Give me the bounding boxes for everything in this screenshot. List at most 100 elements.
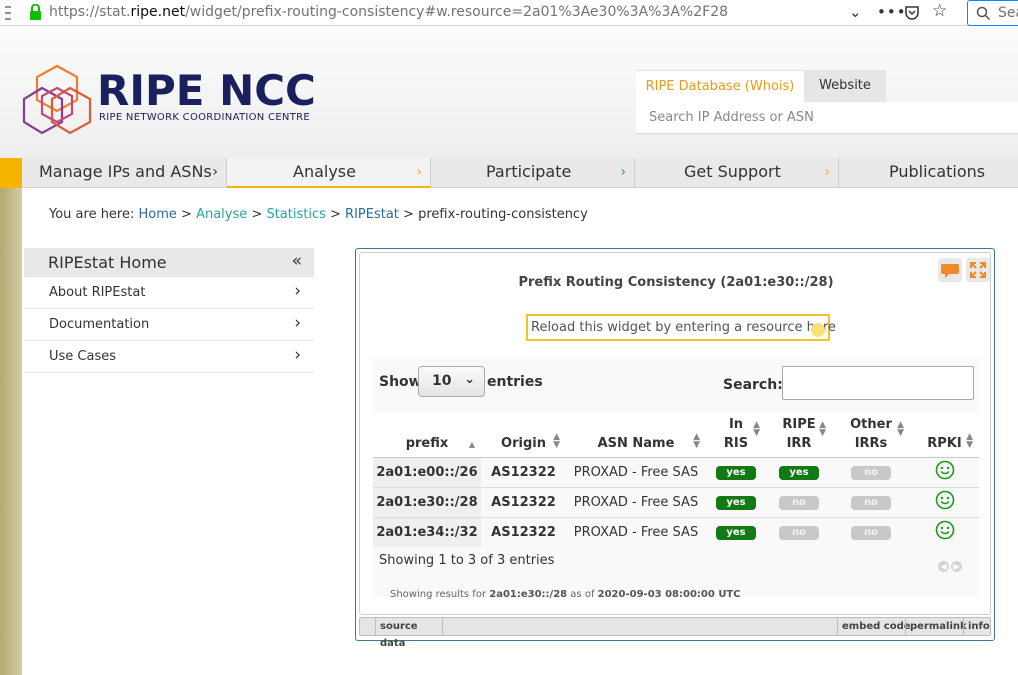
cell-asn-name: PROXAD - Free SAS (566, 486, 706, 517)
nav-label: Publications (889, 162, 986, 181)
showing-info: Showing 1 to 3 of 3 entries (379, 553, 555, 568)
status-badge: no (851, 496, 891, 510)
nav-item-manage-ips[interactable]: Manage IPs and ASNs › (22, 158, 227, 188)
status-badge: yes (779, 466, 819, 480)
cell-other-irrs: no (832, 516, 910, 547)
breadcrumb-analyse[interactable]: Analyse (196, 207, 247, 222)
chevron-right-icon: › (294, 313, 301, 333)
main-nav: Manage IPs and ASNs › Analyse › Particip… (0, 158, 1018, 188)
left-decoration (0, 188, 22, 675)
nav-item-analyse[interactable]: Analyse › (227, 158, 431, 188)
browser-search-box[interactable]: Sea (967, 0, 1018, 26)
sidebar-header[interactable]: RIPEstat Home « (24, 248, 314, 277)
expand-icon[interactable] (966, 258, 990, 282)
embed-code-button[interactable]: embed code (837, 618, 915, 635)
breadcrumb-sep: > (176, 207, 197, 222)
more-icon[interactable]: ••• (877, 3, 907, 21)
col-label: RPKI (927, 435, 962, 451)
sort-icon: ▲ ▼ (693, 431, 700, 450)
sort-icon: ▲ ▼ (966, 431, 973, 450)
reload-resource-input[interactable]: Reload this widget by entering a resourc… (526, 314, 836, 341)
source-data-button[interactable]: source data (375, 618, 443, 649)
url-field[interactable]: https://stat.ripe.net/widget/prefix-rout… (49, 4, 728, 20)
table-row: 2a01:e00::/26 AS12322 PROXAD - Free SAS yes… (373, 456, 979, 487)
cell-rpki (910, 486, 979, 517)
sidebar: RIPEstat Home « About RIPEstat › Documen… (24, 248, 314, 373)
results-info: Showing results for 2a01:e30::/28 as of … (390, 589, 741, 600)
status-badge: yes (716, 496, 756, 510)
next-page-icon[interactable]: ▶ (951, 561, 962, 572)
breadcrumb-statistics[interactable]: Statistics (266, 207, 325, 222)
chevron-right-icon: › (294, 345, 301, 365)
prev-page-icon[interactable]: ◀ (938, 561, 949, 572)
sidebar-item-about[interactable]: About RIPEstat › (24, 277, 314, 309)
star-icon[interactable]: ☆ (932, 1, 947, 21)
cell-origin: AS12322 (481, 456, 566, 487)
sidebar-item-label: Use Cases (49, 349, 117, 364)
sort-icon: ▲ ▼ (553, 431, 560, 450)
cell-prefix: 2a01:e30::/28 (373, 486, 481, 517)
status-badge: no (779, 496, 819, 510)
chevron-right-icon: › (620, 164, 626, 180)
results-mid: as of (567, 589, 598, 600)
chat-icon[interactable] (938, 258, 962, 282)
sort-icon: ▲ ▼ (753, 419, 760, 438)
browser-urlbar: https://stat.ripe.net/widget/prefix-rout… (0, 0, 1018, 26)
col-header-asn-name[interactable]: ASN Name ▲ ▼ (566, 413, 706, 457)
cell-asn-name: PROXAD - Free SAS (566, 516, 706, 547)
info-button[interactable]: info (963, 618, 994, 635)
smiley-icon (935, 490, 954, 510)
chevron-right-icon: › (212, 164, 218, 180)
table-row: 2a01:e34::/32 AS12322 PROXAD - Free SAS yes… (373, 516, 979, 547)
chevron-down-icon: ⌄ (464, 372, 475, 387)
permalink-button[interactable]: permalink (905, 618, 971, 635)
col-header-prefix[interactable]: prefix ▲ (373, 413, 481, 457)
cell-ripe-irr: yes (766, 456, 832, 487)
tab-ripe-database[interactable]: RIPE Database (Whois) (636, 70, 804, 102)
hint-dot-icon (811, 323, 825, 337)
col-header-in-ris[interactable]: In RIS ▲ ▼ (706, 413, 766, 457)
breadcrumb-sep: > (325, 207, 346, 222)
sidebar-item-use-cases[interactable]: Use Cases › (24, 341, 314, 373)
col-header-rpki[interactable]: RPKI ▲ ▼ (910, 413, 979, 457)
col-label: ASN Name (597, 435, 675, 451)
cell-in-ris: yes (706, 516, 766, 547)
sort-icon: ▲ ▼ (819, 419, 826, 438)
nav-label: Analyse (293, 162, 356, 181)
entries-value: 10 (432, 373, 452, 389)
nav-label: Manage IPs and ASNs (39, 162, 212, 181)
widget-body: Prefix Routing Consistency (2a01:e30::/2… (359, 252, 991, 615)
status-badge: no (779, 526, 819, 541)
table-search-input[interactable] (782, 366, 974, 400)
nav-item-participate[interactable]: Participate › (431, 158, 635, 188)
sort-icon: ▲ ▼ (897, 419, 904, 438)
col-header-origin[interactable]: Origin ▲ ▼ (481, 413, 566, 457)
entries-label: entries (487, 374, 543, 390)
entries-select[interactable]: 10 ⌄ (418, 366, 485, 397)
col-label: IRR (786, 435, 812, 451)
brand-subtitle: RIPE NETWORK COORDINATION CENTRE (99, 112, 310, 123)
nav-item-publications[interactable]: Publications (839, 158, 1018, 188)
status-badge: no (851, 466, 891, 480)
brand-title[interactable]: RIPE NCC (97, 66, 316, 115)
lock-icon (5, 4, 41, 20)
pocket-icon[interactable] (904, 5, 920, 21)
widget-footer: source data embed code permalink info (359, 617, 994, 649)
breadcrumb-prefix: You are here: (49, 207, 139, 222)
sidebar-item-label: About RIPEstat (49, 285, 146, 300)
sidebar-item-documentation[interactable]: Documentation › (24, 309, 314, 341)
widget-title: Prefix Routing Consistency (2a01:e30::/2… (518, 275, 834, 290)
ripe-logo-icon[interactable] (22, 64, 92, 136)
nav-item-get-support[interactable]: Get Support › (635, 158, 839, 188)
table-row: 2a01:e30::/28 AS12322 PROXAD - Free SAS yes… (373, 486, 979, 517)
col-header-ripe-irr[interactable]: RIPE IRR ▲ ▼ (766, 413, 832, 457)
header-search-input[interactable]: Search IP Address or ASN (636, 102, 1018, 134)
chevron-down-icon[interactable]: ⌄ (849, 3, 862, 21)
breadcrumb-ripestat[interactable]: RIPEstat (345, 207, 399, 222)
cell-in-ris: yes (706, 486, 766, 517)
tab-website[interactable]: Website (804, 70, 886, 102)
cell-rpki (910, 516, 979, 547)
col-header-other-irrs[interactable]: Other IRRs ▲ ▼ (832, 413, 910, 457)
collapse-icon[interactable]: « (292, 251, 302, 271)
breadcrumb-home[interactable]: Home (139, 207, 177, 222)
